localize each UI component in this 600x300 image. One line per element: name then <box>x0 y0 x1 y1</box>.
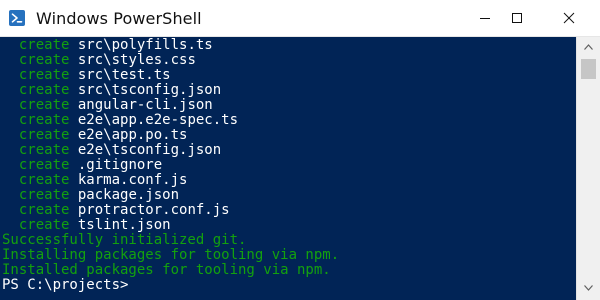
created-file-path: src\polyfills.ts <box>77 37 213 53</box>
create-line: create src\tsconfig.json <box>2 83 339 98</box>
create-line: create karma.conf.js <box>2 173 339 188</box>
create-line: create angular-cli.json <box>2 98 339 113</box>
create-keyword: create <box>18 52 70 68</box>
create-keyword: create <box>18 67 70 83</box>
scroll-up-button[interactable] <box>577 38 600 58</box>
created-file-path: tslint.json <box>77 217 171 233</box>
create-line: create tslint.json <box>2 218 339 233</box>
create-line: create .gitignore <box>2 158 339 173</box>
status-message: Installed packages for tooling via npm. <box>2 262 331 278</box>
created-file-path: src\tsconfig.json <box>77 82 222 98</box>
maximize-icon <box>512 13 522 23</box>
created-file-path: protractor.conf.js <box>77 202 230 218</box>
title-bar[interactable]: Windows PowerShell <box>0 0 600 37</box>
create-keyword: create <box>18 172 70 188</box>
create-keyword: create <box>18 157 70 173</box>
create-line: create protractor.conf.js <box>2 203 339 218</box>
status-message: Successfully initialized git. <box>2 232 247 248</box>
create-line: create src\polyfills.ts <box>2 38 339 53</box>
create-line: create src\styles.css <box>2 53 339 68</box>
minimize-icon <box>480 18 490 19</box>
created-file-path: e2e\tsconfig.json <box>77 142 222 158</box>
create-line: create e2e\app.po.ts <box>2 128 339 143</box>
create-keyword: create <box>18 202 70 218</box>
create-line: create e2e\app.e2e-spec.ts <box>2 113 339 128</box>
created-file-path: src\test.ts <box>77 67 171 83</box>
console-output[interactable]: create src\polyfills.ts create src\style… <box>0 37 576 300</box>
create-keyword: create <box>18 82 70 98</box>
created-file-path: karma.conf.js <box>77 172 188 188</box>
close-icon <box>563 12 575 24</box>
create-keyword: create <box>18 112 70 128</box>
create-line: create package.json <box>2 188 339 203</box>
console-lines: create src\polyfills.ts create src\style… <box>2 38 339 293</box>
window-title: Windows PowerShell <box>36 9 202 28</box>
create-keyword: create <box>18 217 70 233</box>
scroll-down-button[interactable] <box>577 279 600 299</box>
powershell-window: Windows PowerShell create src\polyfills.… <box>0 0 600 300</box>
created-file-path: src\styles.css <box>77 52 196 68</box>
powershell-icon[interactable] <box>9 10 25 26</box>
created-file-path: e2e\app.po.ts <box>77 127 188 143</box>
create-line: create e2e\tsconfig.json <box>2 143 339 158</box>
created-file-path: e2e\app.e2e-spec.ts <box>77 112 239 128</box>
scroll-down-arrow-icon <box>584 285 593 291</box>
status-message: Installing packages for tooling via npm. <box>2 247 340 263</box>
close-button[interactable] <box>546 0 592 37</box>
scroll-up-arrow-icon <box>584 44 593 50</box>
created-file-path: package.json <box>77 187 180 203</box>
create-keyword: create <box>18 97 70 113</box>
command-prompt[interactable]: PS C:\projects> <box>2 278 339 293</box>
create-keyword: create <box>18 127 70 143</box>
maximize-button[interactable] <box>494 0 540 37</box>
scroll-thumb[interactable] <box>581 59 596 79</box>
create-line: create src\test.ts <box>2 68 339 83</box>
create-keyword: create <box>18 37 70 53</box>
created-file-path: angular-cli.json <box>77 97 213 113</box>
vertical-scrollbar[interactable] <box>576 37 600 300</box>
create-keyword: create <box>18 142 70 158</box>
created-file-path: .gitignore <box>77 157 163 173</box>
create-keyword: create <box>18 187 70 203</box>
